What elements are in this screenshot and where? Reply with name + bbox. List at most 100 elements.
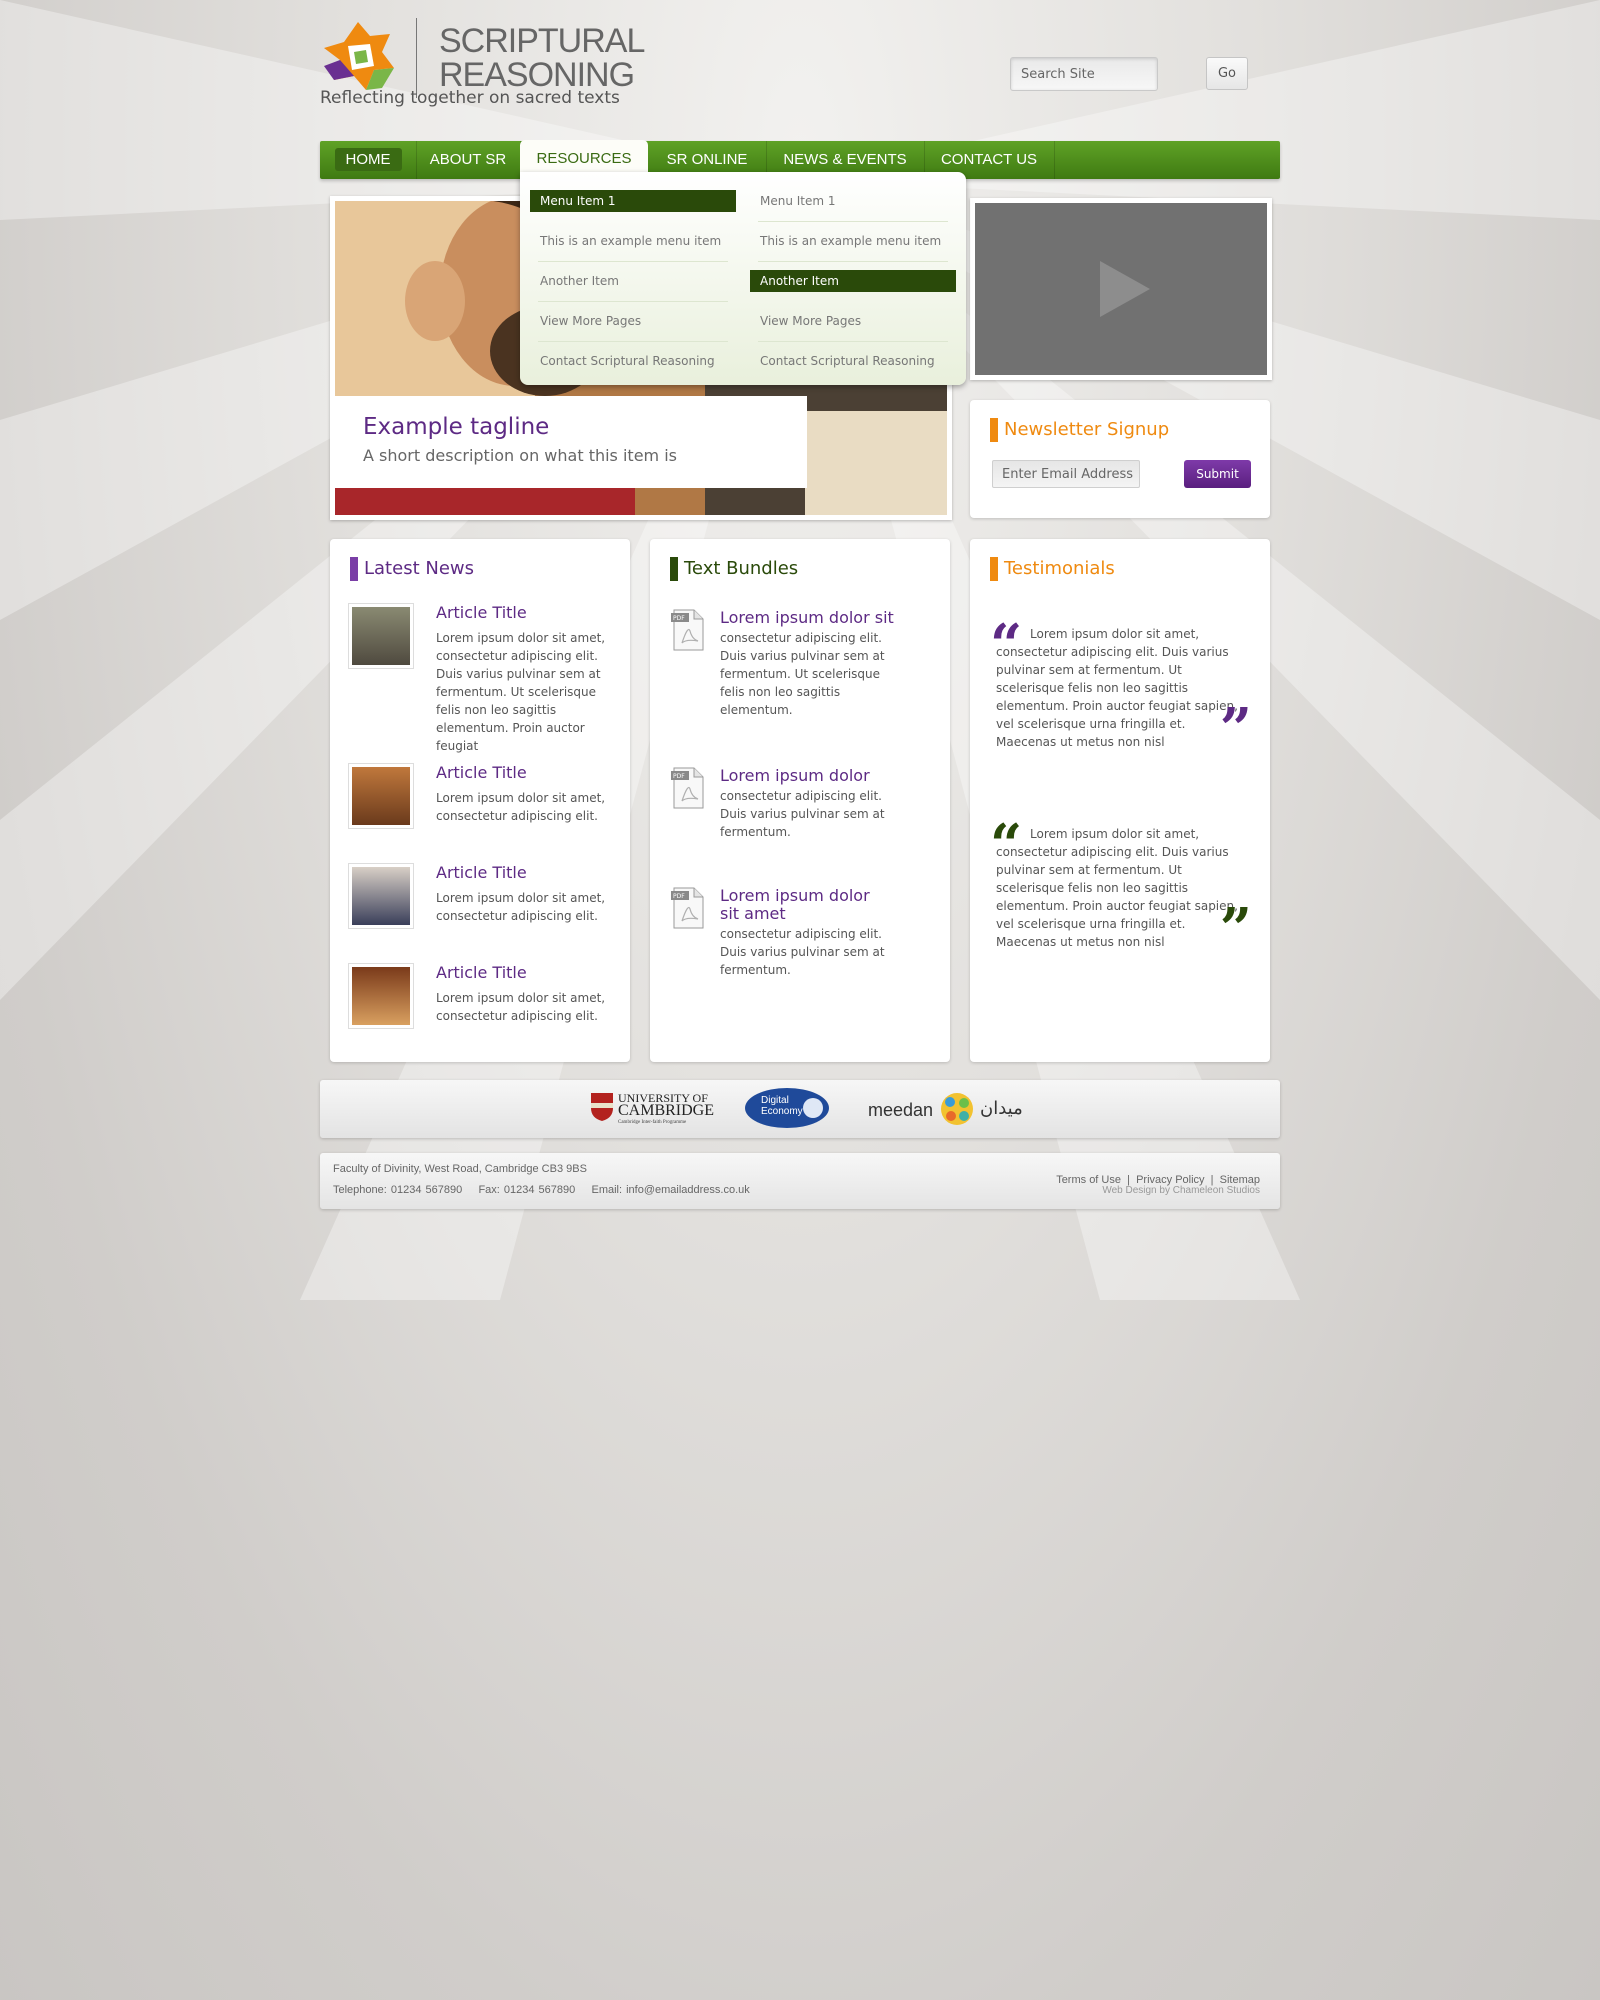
testimonial-item: “ Lorem ipsum dolor sit amet, consectetu… — [990, 817, 1252, 975]
logo-divider — [416, 18, 417, 98]
pdf-icon[interactable]: PDF — [670, 887, 706, 929]
dropdown-item-label: Contact Scriptural Reasoning — [760, 354, 935, 368]
site-tagline: Reflecting together on sacred texts — [320, 88, 620, 108]
email-field[interactable]: Enter Email Address — [992, 460, 1140, 488]
page-container: SCRIPTURAL REASONING Reflecting together… — [320, 0, 1280, 1220]
bundle-title[interactable]: Lorem ipsum dolor — [720, 767, 910, 785]
svg-text:PDF: PDF — [673, 893, 685, 900]
svg-text:PDF: PDF — [673, 615, 685, 622]
news-excerpt: Lorem ipsum dolor sit amet, consectetur … — [436, 791, 606, 823]
close-quote-icon: ” — [1219, 896, 1252, 962]
bundle-item[interactable]: PDF Lorem ipsum dolor sit amet consectet… — [670, 887, 910, 977]
hero-title[interactable]: Example tagline — [363, 414, 549, 440]
bundle-item[interactable]: PDF Lorem ipsum dolor consectetur adipis… — [670, 767, 910, 847]
hero-caption: Example tagline A short description on w… — [335, 396, 807, 488]
bundle-title[interactable]: Lorem ipsum dolor sit amet — [720, 887, 880, 923]
dropdown-item-label: Menu Item 1 — [760, 194, 836, 208]
dropdown-item-label: This is an example menu item — [760, 234, 942, 248]
dropdown-item[interactable]: Contact Scriptural Reasoning — [530, 350, 736, 390]
news-thumbnail[interactable] — [348, 763, 414, 829]
pdf-icon[interactable]: PDF — [670, 767, 706, 809]
pdf-icon[interactable]: PDF — [670, 609, 706, 651]
bundle-description: consectetur adipiscing elit. Duis varius… — [720, 927, 885, 977]
submit-button[interactable]: Submit — [1184, 460, 1251, 488]
site-logo[interactable]: SCRIPTURAL REASONING — [320, 18, 645, 128]
dropdown-item-label: View More Pages — [540, 314, 642, 328]
news-title[interactable]: Article Title — [436, 603, 527, 622]
news-thumbnail[interactable] — [348, 603, 414, 669]
dropdown-item[interactable]: Contact Scriptural Reasoning — [750, 350, 956, 390]
digital-economy-line-1: Digital — [761, 1095, 789, 1106]
testimonials-title: Testimonials — [990, 557, 1115, 581]
logo-wordmark: SCRIPTURAL REASONING — [439, 22, 645, 92]
hero-description: A short description on what this item is — [363, 446, 677, 465]
dropdown-item-label: Another Item — [540, 274, 619, 288]
dropdown-item[interactable]: Menu Item 1 — [750, 190, 956, 230]
dropdown-item[interactable]: This is an example menu item — [750, 230, 956, 270]
dropdown-item[interactable]: This is an example menu item — [530, 230, 736, 270]
testimonial-text: Lorem ipsum dolor sit amet, consectetur … — [996, 627, 1238, 749]
cambridge-line-2: CAMBRIDGE — [618, 1102, 715, 1119]
news-thumbnail[interactable] — [348, 863, 414, 929]
cambridge-subtitle: Cambridge Inter-faith Programme — [618, 1120, 687, 1125]
cambridge-logo[interactable]: UNIVERSITY OF CAMBRIDGE Cambridge Inter-… — [590, 1080, 720, 1138]
dropdown-item[interactable]: Another Item — [530, 270, 736, 310]
text-bundles-panel: Text Bundles PDF Lorem ipsum dolor sit c… — [650, 539, 950, 1062]
news-excerpt: Lorem ipsum dolor sit amet, consectetur … — [436, 631, 606, 753]
bundle-description: consectetur adipiscing elit. Duis varius… — [720, 631, 885, 717]
news-thumbnail[interactable] — [348, 963, 414, 1029]
dropdown-item[interactable]: View More Pages — [750, 310, 956, 350]
dropdown-item[interactable]: View More Pages — [530, 310, 736, 350]
bundle-title[interactable]: Lorem ipsum dolor sit — [720, 609, 910, 627]
dropdown-item-label: View More Pages — [760, 314, 862, 328]
digital-economy-logo[interactable]: Digital Economy — [745, 1080, 835, 1138]
dropdown-item[interactable]: Menu Item 1 — [530, 190, 736, 230]
news-title[interactable]: Article Title — [436, 963, 527, 982]
testimonials-panel: Testimonials “ Lorem ipsum dolor sit ame… — [970, 539, 1270, 1062]
thumbnail-image — [352, 967, 410, 1025]
meedan-arabic-wordmark: ميدان — [980, 1098, 1023, 1119]
latest-news-panel: Latest News Article Title Lorem ipsum do… — [330, 539, 630, 1062]
meedan-mosaic-icon — [941, 1093, 973, 1125]
news-item[interactable]: Article Title Lorem ipsum dolor sit amet… — [348, 763, 605, 843]
thumbnail-image — [352, 867, 410, 925]
resources-dropdown-menu: Menu Item 1 This is an example menu item… — [520, 172, 966, 385]
dropdown-item-label: Another Item — [750, 270, 956, 292]
news-title[interactable]: Article Title — [436, 863, 527, 882]
news-item[interactable]: Article Title Lorem ipsum dolor sit amet… — [348, 603, 605, 753]
search-go-button[interactable]: Go — [1206, 57, 1248, 90]
dropdown-column-2: Menu Item 1 This is an example menu item… — [750, 190, 956, 390]
news-item[interactable]: Article Title Lorem ipsum dolor sit amet… — [348, 963, 605, 1043]
testimonial-item: “ Lorem ipsum dolor sit amet, consectetu… — [990, 617, 1252, 775]
news-item[interactable]: Article Title Lorem ipsum dolor sit amet… — [348, 863, 605, 943]
logo-line-1: SCRIPTURAL — [439, 22, 645, 60]
svg-text:PDF: PDF — [673, 773, 685, 780]
nav-item-label: HOME — [334, 148, 402, 171]
newsletter-title: Newsletter Signup — [990, 418, 1169, 442]
news-title[interactable]: Article Title — [436, 763, 527, 782]
bundle-item[interactable]: PDF Lorem ipsum dolor sit consectetur ad… — [670, 609, 910, 719]
video-player[interactable] — [970, 198, 1272, 380]
testimonial-text: Lorem ipsum dolor sit amet, consectetur … — [996, 827, 1238, 949]
nav-item-home[interactable]: HOME — [320, 141, 417, 179]
bundle-description: consectetur adipiscing elit. Duis varius… — [720, 789, 885, 839]
meedan-wordmark: meedan — [868, 1100, 934, 1120]
cambridge-crest-icon — [591, 1093, 613, 1121]
dropdown-item-label: Menu Item 1 — [530, 190, 736, 212]
thumbnail-image — [352, 607, 410, 665]
video-screen — [975, 203, 1267, 375]
dropdown-item-label: This is an example menu item — [540, 234, 722, 248]
dropdown-item[interactable]: Another Item — [750, 270, 956, 310]
footer-credit[interactable]: Web Design by Chameleon Studios — [1102, 1185, 1260, 1196]
nav-item-about[interactable]: ABOUT SR — [416, 141, 521, 179]
search-input[interactable]: Search Site — [1010, 57, 1158, 91]
latest-news-title: Latest News — [350, 557, 474, 581]
play-icon[interactable] — [975, 203, 1267, 375]
close-quote-icon: ” — [1219, 696, 1252, 762]
news-excerpt: Lorem ipsum dolor sit amet, consectetur … — [436, 891, 606, 923]
thumbnail-image — [352, 767, 410, 825]
news-excerpt: Lorem ipsum dolor sit amet, consectetur … — [436, 991, 606, 1023]
dropdown-column-1: Menu Item 1 This is an example menu item… — [530, 190, 736, 390]
digital-economy-line-2: Economy — [761, 1106, 803, 1117]
meedan-logo[interactable]: meedan ميدان — [868, 1080, 1038, 1138]
